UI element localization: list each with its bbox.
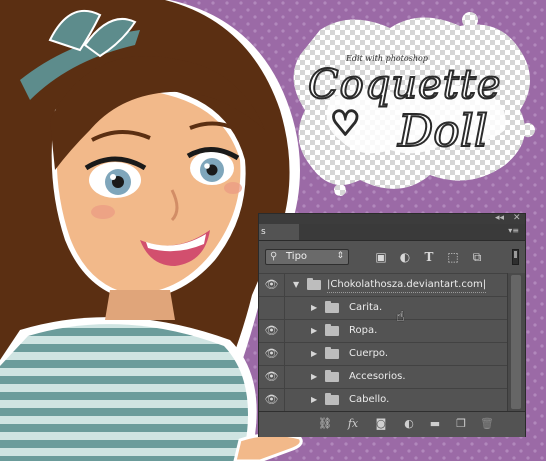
filter-toggle-switch[interactable] [512,249,519,265]
collapse-arrow-icon[interactable]: ▶ [311,320,317,342]
layers-scrollbar[interactable] [507,273,525,411]
collapse-arrow-icon[interactable]: ▶ [311,389,317,411]
scrollbar-thumb[interactable] [511,275,521,409]
folder-icon [325,370,339,382]
eye-icon[interactable]: 👁 [259,389,285,411]
select-arrows-icon: ⇕ [336,251,344,261]
layers-bottom-toolbar: ⛓ fx ◙ ◐ ▬ ❐ 🗑 [259,411,525,437]
layer-filter-row: ⚲ Tipo ⇕ ▣ ◐ T ⬚ ⧉ [259,241,525,273]
folder-icon [307,278,321,290]
layer-group-name: |Chokolathosza.deviantart.com| [327,278,487,293]
panel-title-bar[interactable]: ◂◂ ✕ [259,212,525,224]
type-filter-icon[interactable]: T [421,249,437,265]
collapse-arrow-icon[interactable]: ▶ [311,343,317,365]
adjustment-icon[interactable]: ◐ [401,416,417,432]
collapse-arrow-icon[interactable]: ▶ [311,297,317,319]
layers-panel: ◂◂ ✕ s ▾≡ ⚲ Tipo ⇕ ▣ ◐ T ⬚ ⧉ 👁 ▼ |Chokol… [258,213,526,437]
panel-tab-bar: s ▾≡ [259,224,525,241]
hand-cursor-icon: ☝ [396,309,405,325]
adjustment-filter-icon[interactable]: ◐ [397,249,413,265]
tab-layers[interactable]: s [259,224,299,240]
layer-name: Accesorios. [349,371,406,382]
eye-icon[interactable]: 👁 [259,366,285,388]
expand-arrow-icon[interactable]: ▼ [293,274,299,296]
new-layer-icon[interactable]: ❐ [453,416,469,432]
folder-icon [325,324,339,336]
eye-icon[interactable]: 👁 [259,343,285,365]
image-filter-icon[interactable]: ▣ [373,249,389,265]
mask-icon[interactable]: ◙ [373,416,389,432]
layer-name: Cabello. [349,394,390,405]
filter-kind-select[interactable]: ⚲ Tipo ⇕ [265,249,349,265]
layer-name: Ropa. [349,325,378,336]
layer-name: Carita. [349,302,383,313]
link-icon[interactable]: ⛓ [317,416,333,432]
layer-name: Cuerpo. [349,348,389,359]
logo-word-coquette: Coquette [307,61,502,109]
eye-icon[interactable]: 👁 [259,274,285,296]
trash-icon[interactable]: 🗑 [479,416,495,432]
collapse-arrow-icon[interactable]: ▶ [311,366,317,388]
folder-icon [325,393,339,405]
shape-filter-icon[interactable]: ⬚ [445,249,461,265]
eye-icon[interactable]: 👁 [259,320,285,342]
eye-icon[interactable] [259,297,285,319]
heart-icon: ♡ [329,103,362,145]
smart-object-filter-icon[interactable]: ⧉ [469,249,485,265]
double-arrow-icon[interactable]: ◂◂ [495,212,504,224]
layer-row[interactable]: 👁 ▶ Cabello. [259,388,507,411]
fx-icon[interactable]: fx [345,416,361,432]
layer-row[interactable]: 👁 ▶ Accesorios. [259,365,507,388]
logo-word-doll: Doll [397,105,489,158]
layers-list: 👁 ▼ |Chokolathosza.deviantart.com| ▶ Car… [259,273,507,411]
search-icon: ⚲ [270,251,278,262]
folder-icon [325,301,339,313]
layer-row[interactable]: 👁 ▶ Ropa. [259,319,507,342]
layer-row[interactable]: 👁 ▶ Cuerpo. [259,342,507,365]
close-icon[interactable]: ✕ [513,212,521,224]
folder-icon [325,347,339,359]
folder-icon[interactable]: ▬ [427,416,443,432]
panel-menu-icon[interactable]: ▾≡ [508,226,519,235]
filter-kind-label: Tipo [286,251,308,262]
layer-group-row[interactable]: 👁 ▼ |Chokolathosza.deviantart.com| [259,273,507,296]
layer-row[interactable]: ▶ Carita. [259,296,507,319]
